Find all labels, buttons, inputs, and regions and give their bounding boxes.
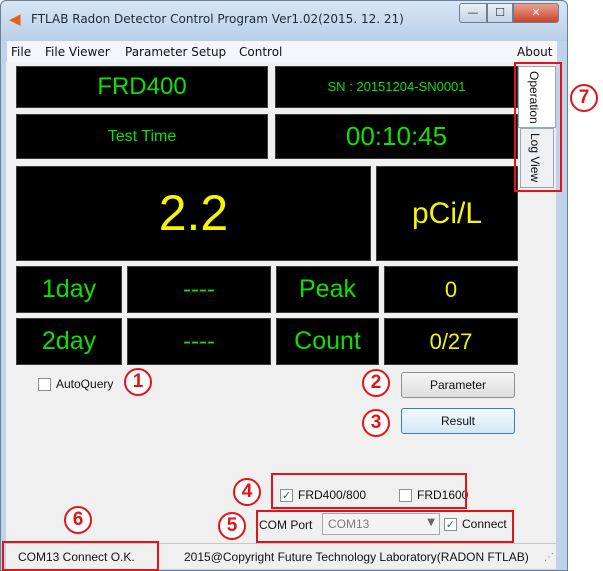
model-display: FRD400 xyxy=(16,66,268,108)
test-time-label: Test Time xyxy=(16,114,268,159)
day1-label: 1day xyxy=(16,266,122,313)
maximize-button[interactable]: ☐ xyxy=(487,3,513,23)
autoquery-checkbox[interactable] xyxy=(38,378,51,391)
day1-value: ---- xyxy=(127,266,271,313)
callout-7: 7 xyxy=(570,84,598,112)
copyright-text: 2015@Copyright Future Technology Laborat… xyxy=(184,550,529,564)
peak-label: Peak xyxy=(276,266,379,313)
callout-6: 6 xyxy=(64,506,92,534)
menu-file[interactable]: File xyxy=(11,45,31,59)
count-label: Count xyxy=(276,318,379,365)
callout-1: 1 xyxy=(124,368,152,396)
callout-4: 4 xyxy=(233,478,261,506)
parameter-button[interactable]: Parameter xyxy=(401,372,515,398)
operation-panel: FRD400 SN : 20151204-SN0001 Test Time 00… xyxy=(6,62,556,543)
day2-value: ---- xyxy=(127,318,271,365)
test-time-display: 00:10:45 xyxy=(275,114,518,159)
unit-display: pCi/L xyxy=(376,166,518,261)
count-value: 0/27 xyxy=(384,318,518,365)
close-button[interactable]: ✕ xyxy=(513,3,559,23)
window-title: FTLAB Radon Detector Control Program Ver… xyxy=(31,12,404,26)
day2-label: 2day xyxy=(16,318,122,365)
autoquery-label: AutoQuery xyxy=(56,377,114,391)
app-logo-icon: ◀ xyxy=(9,10,21,28)
callout-6-box xyxy=(2,541,159,571)
menu-about[interactable]: About xyxy=(517,45,552,59)
menu-bar: File File Viewer Parameter Setup Control… xyxy=(7,41,557,63)
title-bar[interactable]: ◀ FTLAB Radon Detector Control Program V… xyxy=(1,1,567,41)
callout-5: 5 xyxy=(218,512,246,540)
menu-parameter-setup[interactable]: Parameter Setup xyxy=(125,45,226,59)
serial-display: SN : 20151204-SN0001 xyxy=(275,66,518,108)
menu-file-viewer[interactable]: File Viewer xyxy=(45,45,110,59)
result-button[interactable]: Result xyxy=(401,408,515,434)
callout-3: 3 xyxy=(362,409,390,437)
resize-grip-icon[interactable]: ⋰ xyxy=(544,552,554,563)
callout-7-box xyxy=(514,62,562,192)
callout-5-box xyxy=(256,510,514,543)
menu-control[interactable]: Control xyxy=(239,45,282,59)
callout-2: 2 xyxy=(362,369,390,397)
callout-4-box xyxy=(271,473,467,509)
radon-reading-display: 2.2 xyxy=(16,166,371,261)
peak-value: 0 xyxy=(384,266,518,313)
minimize-button[interactable]: — xyxy=(459,3,487,23)
